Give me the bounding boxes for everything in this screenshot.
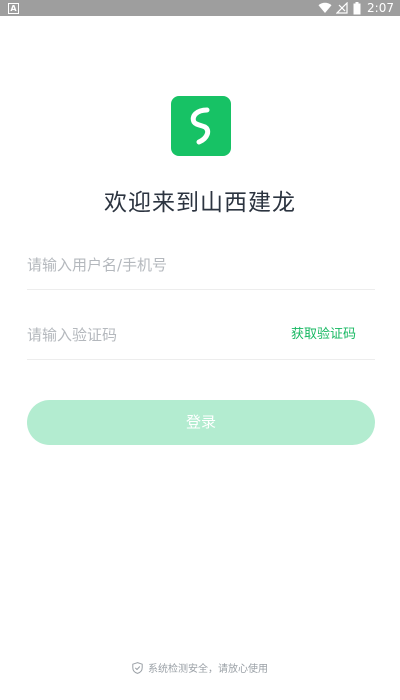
battery-icon — [353, 1, 361, 15]
app-logo-icon — [171, 96, 231, 156]
login-button[interactable]: 登录 — [27, 400, 375, 445]
get-code-button[interactable]: 获取验证码 — [291, 311, 356, 359]
status-icons: 2:07 — [318, 0, 394, 16]
verification-code-input[interactable] — [27, 311, 277, 359]
wifi-icon — [318, 2, 332, 14]
signal-icon — [336, 2, 348, 14]
shield-check-icon — [132, 661, 143, 674]
status-bar: A 2:07 — [0, 0, 400, 16]
verification-code-row: 获取验证码 — [27, 311, 375, 360]
username-row — [27, 241, 375, 290]
welcome-title: 欢迎来到山西建龙 — [104, 190, 296, 216]
security-note-text: 系统检测安全，请放心使用 — [148, 664, 268, 675]
security-note: 系统检测安全，请放心使用 — [0, 660, 400, 675]
notification-icon: A — [8, 3, 19, 14]
status-time: 2:07 — [367, 1, 394, 15]
username-input[interactable] — [27, 241, 277, 289]
